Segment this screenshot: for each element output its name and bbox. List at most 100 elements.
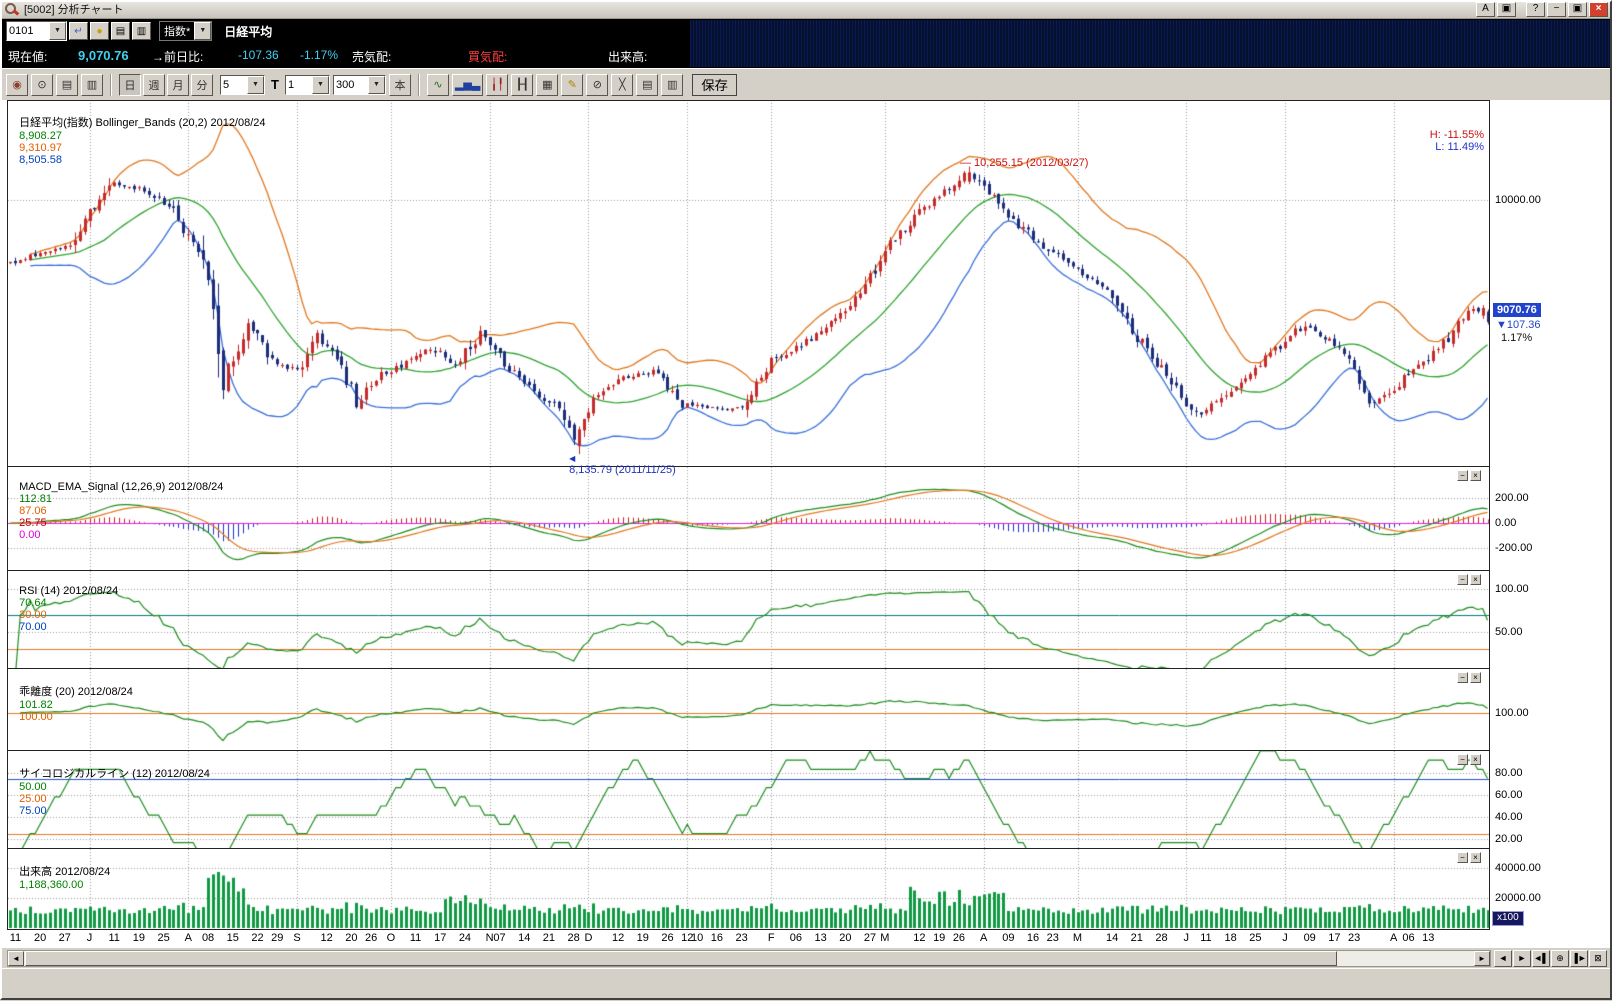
window-style-button[interactable]: ▣ [1497,2,1516,17]
period-day-button[interactable]: 日 [119,74,141,96]
line-chart-icon[interactable]: ∿ [427,74,449,96]
ohlc-icon[interactable]: ┠┨ [511,74,533,96]
x-axis-label: A [1390,932,1397,944]
macd-chart-canvas[interactable] [8,467,1490,570]
rsi-panel-title: RSI (14) 2012/08/24 [19,585,118,597]
chevron-down-icon[interactable]: ▼ [194,22,211,40]
chevron-down-icon[interactable]: ▼ [368,76,385,94]
x-axis-label: D [584,932,592,944]
interval-select[interactable]: ▼ [285,75,330,95]
current-price-badge: 9070.76 [1493,303,1541,317]
x-axis-label: 27 [59,932,71,944]
scroll-add-button[interactable]: ⊕ [1551,950,1569,967]
panel-collapse-button[interactable]: − [1457,852,1468,863]
enter-icon[interactable]: ↵ [69,22,88,40]
high-percent: H: -11.55% [1430,129,1484,141]
scroll-nav-cluster: ◄►◄▌⊕▐►⊠ [1494,950,1607,967]
panel-collapse-button[interactable]: − [1457,672,1468,683]
rsi-axis-tick: 50.00 [1495,626,1523,638]
psych-panel-title: サイコロジカルライン (12) 2012/08/24 [19,768,210,780]
scrollbar-thumb[interactable] [25,951,1337,966]
kairi-panel-header: 乖離度 (20) 2012/08/24 101.82 100.00 [13,671,138,723]
x-axis: 112027J111925A08152229S122026O111724N071… [0,932,1612,948]
rsi-chart-canvas[interactable] [8,571,1490,668]
period-month-button[interactable]: 月 [167,74,189,96]
panel-close-button[interactable]: × [1470,574,1481,585]
kairi-value: 101.82 [19,699,53,711]
sheet-icon[interactable]: ▤ [111,22,130,40]
kairi-chart-canvas[interactable] [8,669,1490,750]
volume-chart-canvas[interactable] [8,849,1490,930]
panel-collapse-button[interactable]: − [1457,754,1468,765]
bars-count-value[interactable] [334,76,368,94]
favorite-icon[interactable]: ● [90,22,109,40]
minute-select-value[interactable] [221,76,247,94]
copy-chart-icon[interactable]: ▥ [81,74,103,96]
panel-separator [7,668,1490,669]
panel-close-button[interactable]: × [1470,852,1481,863]
scroll-first-button[interactable]: ◄▌ [1532,950,1550,967]
draw-icon[interactable]: ✎ [561,74,583,96]
app-logo-icon [4,2,19,17]
grid-icon[interactable]: ▦ [536,74,558,96]
minimize-button[interactable]: − [1547,2,1566,17]
symbol-code-input[interactable] [7,22,49,40]
x-axis-label: 11 [1200,932,1211,944]
interval-select-value[interactable] [286,76,312,94]
stamp-icon[interactable]: ◉ [6,74,28,96]
zoom-icon[interactable]: ⊙ [31,74,53,96]
chevron-down-icon[interactable]: ▼ [312,76,329,94]
restore-button[interactable]: ▣ [1568,2,1587,17]
bollinger-sma-value: 8,908.27 [19,130,62,142]
bars-count-select[interactable]: ▼ [333,75,386,95]
x-axis-label: 19 [933,932,945,944]
symbol-bar: ▼ ↵ ● ▤ ▥ 指数* ▼ 日経平均 [0,19,1612,43]
x-axis-label: 18 [1225,932,1237,944]
close-button[interactable]: × [1589,2,1608,17]
psych-chart-canvas[interactable] [8,751,1490,848]
macd-panel-title: MACD_EMA_Signal (12,26,9) 2012/08/24 [19,481,223,493]
x-axis-label: 26 [661,932,673,944]
period-week-button[interactable]: 週 [143,74,165,96]
minute-select[interactable]: ▼ [220,75,265,95]
x-axis-label: 14 [518,932,530,944]
symbol-code-combo: ▼ [6,21,67,41]
macd-axis-tick: -200.00 [1495,542,1532,554]
panel-collapse-button[interactable]: − [1457,574,1468,585]
scroll-last-button[interactable]: ▐► [1570,950,1588,967]
panel-close-button[interactable]: × [1470,470,1481,481]
chevron-down-icon[interactable]: ▼ [247,76,264,94]
bars-unit-button[interactable]: 本 [389,74,411,96]
x-axis-label: A [980,932,987,944]
scroll-right-arrow[interactable]: ► [1474,951,1490,966]
period-minute-button[interactable]: 分 [191,74,213,96]
x-axis-label: M [1073,932,1082,944]
low-annotation: ◀ 8,135.79 (2011/11/25) [563,440,676,476]
category-select[interactable]: 指数* ▼ [159,21,212,41]
delete-icon[interactable]: ╳ [611,74,633,96]
low-marker-icon: ◀ [569,454,575,463]
x-axis-label: 21 [543,932,555,944]
help-button[interactable]: ? [1526,2,1545,17]
candlestick-icon[interactable]: ╽╿ [486,74,508,96]
bar-chart-icon[interactable]: ▂▅▃ [452,74,483,96]
panel-close-button[interactable]: × [1470,672,1481,683]
layout-icon[interactable]: ▤ [636,74,658,96]
erase-icon[interactable]: ⊘ [586,74,608,96]
link-sheet-icon[interactable]: ▥ [132,22,151,40]
panel-collapse-button[interactable]: − [1457,470,1468,481]
save-button[interactable]: 保存 [692,74,737,96]
x-axis-label: F [768,932,775,944]
scroll-page-left-button[interactable]: ◄ [1494,950,1512,967]
x-axis-label: 15 [227,932,239,944]
font-button[interactable]: A [1476,2,1495,17]
scroll-close-button[interactable]: ⊠ [1589,950,1607,967]
new-chart-icon[interactable]: ▤ [56,74,78,96]
template-icon[interactable]: ▥ [661,74,683,96]
scroll-left-arrow[interactable]: ◄ [8,951,24,966]
horizontal-scrollbar[interactable]: ◄ ► [7,950,1491,967]
x-axis-label: 24 [459,932,471,944]
scroll-page-right-button[interactable]: ► [1513,950,1531,967]
chevron-down-icon[interactable]: ▼ [49,22,66,40]
panel-close-button[interactable]: × [1470,754,1481,765]
